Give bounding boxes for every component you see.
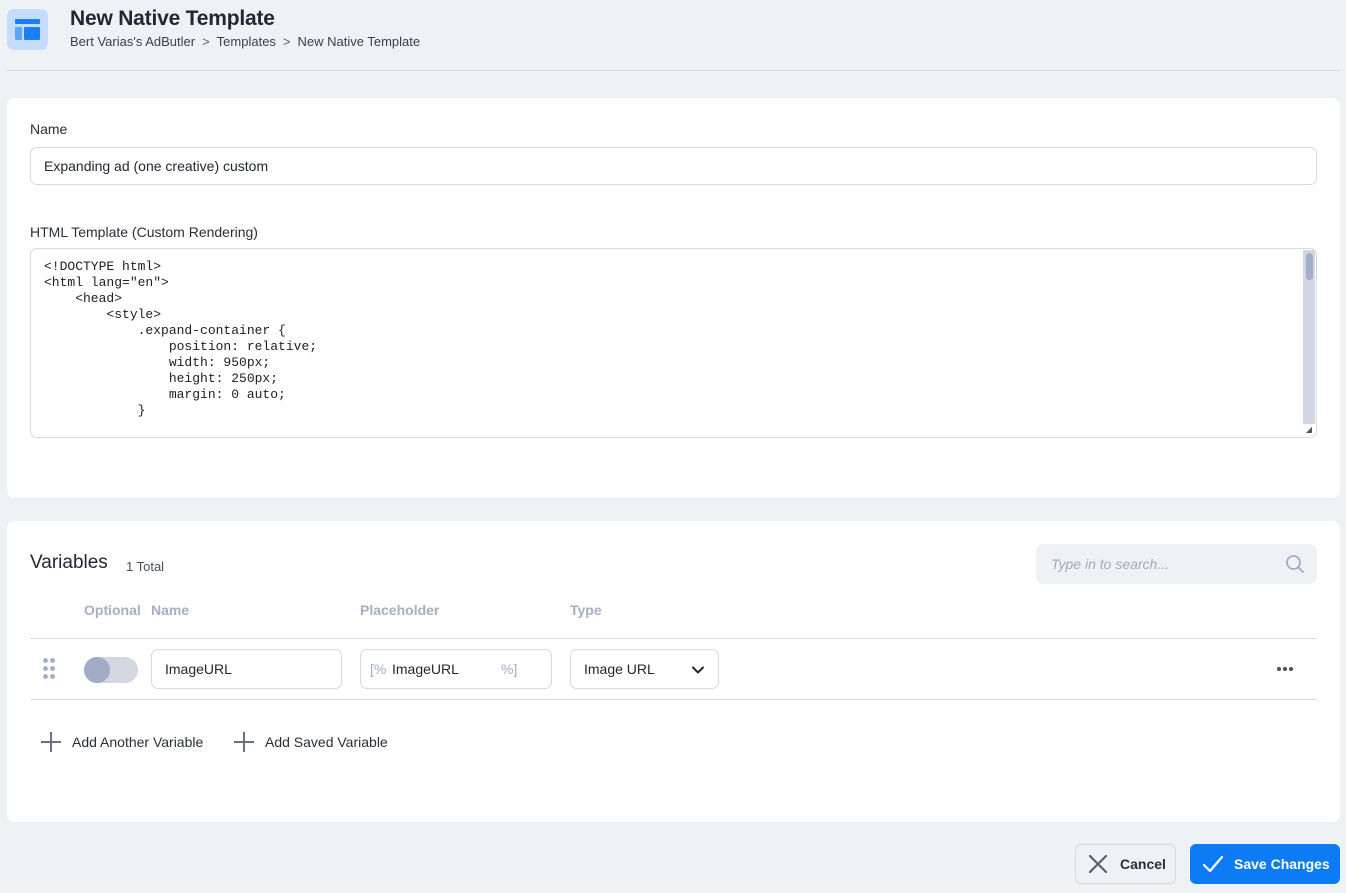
breadcrumb-separator: >	[282, 34, 291, 49]
variable-name-input[interactable]	[151, 649, 342, 689]
add-saved-variable-button[interactable]: Add Saved Variable	[234, 730, 388, 754]
add-saved-variable-label: Add Saved Variable	[265, 734, 388, 750]
placeholder-suffix: %]	[501, 661, 518, 677]
variables-title: Variables	[30, 552, 108, 573]
variable-type-select[interactable]: Image URL	[570, 649, 719, 689]
html-template-label: HTML Template (Custom Rendering)	[30, 224, 258, 240]
search-icon[interactable]	[1285, 554, 1305, 574]
table-divider	[30, 699, 1317, 700]
column-header-optional: Optional	[84, 602, 141, 618]
toggle-knob	[84, 657, 110, 683]
add-another-variable-label: Add Another Variable	[72, 734, 204, 750]
header-divider	[7, 70, 1340, 71]
drag-handle-icon[interactable]	[43, 658, 57, 680]
plus-icon	[234, 732, 254, 752]
html-template-code[interactable]: <!DOCTYPE html> <html lang="en"> <head> …	[44, 259, 1296, 419]
breadcrumb: Bert Varias's AdButler > Templates > New…	[70, 34, 420, 49]
name-input[interactable]	[30, 147, 1317, 185]
save-changes-label: Save Changes	[1234, 856, 1330, 872]
template-details-card: Name HTML Template (Custom Rendering) <!…	[7, 98, 1340, 498]
page-header: New Native Template Bert Varias's AdButl…	[0, 0, 1346, 71]
name-label: Name	[30, 121, 68, 137]
editor-scrollbar-thumb[interactable]	[1306, 253, 1313, 280]
html-template-editor[interactable]: <!DOCTYPE html> <html lang="en"> <head> …	[30, 248, 1317, 438]
placeholder-prefix: [%	[370, 661, 387, 677]
variables-count: 1 Total	[126, 559, 165, 574]
breadcrumb-separator: >	[202, 34, 210, 49]
table-divider	[30, 638, 1317, 639]
variable-type-value: Image URL	[584, 661, 655, 677]
checkmark-icon	[1202, 855, 1224, 873]
close-icon	[1088, 854, 1108, 874]
resize-handle-icon[interactable]: ◢	[1303, 424, 1315, 436]
plus-icon	[41, 732, 61, 752]
search-input[interactable]	[1036, 544, 1276, 584]
optional-toggle[interactable]	[84, 657, 138, 683]
variables-card: Variables 1 Total Optional Name Placehol…	[7, 521, 1340, 822]
more-options-icon[interactable]	[1277, 661, 1295, 677]
column-header-type: Type	[570, 602, 602, 618]
breadcrumb-item-current: New Native Template	[297, 34, 421, 49]
column-header-name: Name	[151, 602, 190, 618]
variables-search[interactable]	[1036, 544, 1317, 584]
page-title: New Native Template	[70, 7, 275, 30]
save-changes-button[interactable]: Save Changes	[1190, 844, 1340, 884]
cancel-label: Cancel	[1120, 856, 1166, 872]
chevron-down-icon	[692, 666, 704, 674]
placeholder-value[interactable]: ImageURL	[392, 661, 459, 677]
breadcrumb-item-templates[interactable]: Templates	[217, 34, 276, 49]
variable-placeholder-field[interactable]: [% ImageURL %]	[360, 649, 552, 689]
cancel-button[interactable]: Cancel	[1075, 844, 1176, 884]
column-header-placeholder: Placeholder	[360, 602, 440, 618]
template-layout-icon	[7, 9, 48, 50]
breadcrumb-item-account[interactable]: Bert Varias's AdButler	[70, 34, 195, 49]
add-another-variable-button[interactable]: Add Another Variable	[41, 730, 203, 754]
